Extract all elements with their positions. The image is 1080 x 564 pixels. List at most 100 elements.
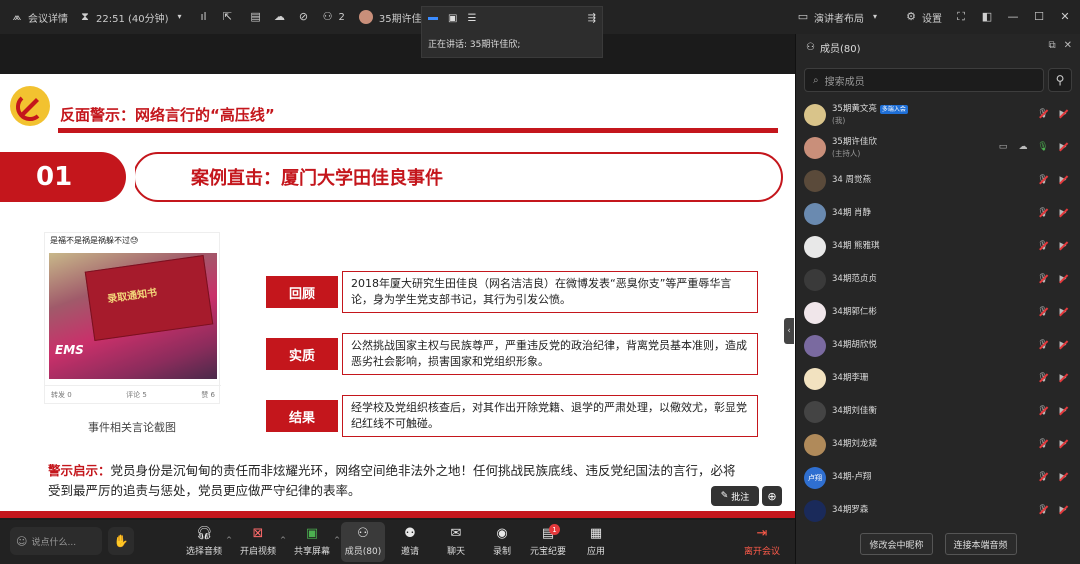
quick-chat-input[interactable]: ☺ 说点什么... — [10, 527, 102, 555]
record-button[interactable]: ◉ 录制 — [484, 522, 520, 562]
sidebar-toggle-icon[interactable]: ◧ — [980, 11, 994, 23]
member-name: 34期刘龙斌 — [832, 439, 877, 449]
member-avatar — [804, 202, 826, 225]
camera-off-icon: ▶ — [1057, 306, 1069, 318]
headline-underline — [58, 128, 778, 133]
participant-count-label: 2 — [338, 11, 345, 23]
member-row[interactable]: 34期郭仁彬 🎙︎ ▶ — [796, 296, 1080, 329]
summary-button[interactable]: ▤ 元宝纪要 1 — [528, 522, 568, 562]
fullscreen-icon[interactable]: ⛶ — [954, 11, 968, 23]
rename-button[interactable]: 修改会中昵称 — [860, 533, 933, 555]
case-title-box: 案例直击：厦门大学田佳良事件 — [131, 152, 783, 202]
chat-button[interactable]: ✉ 聊天 — [438, 522, 474, 562]
member-row[interactable]: 卢翔 34期-卢翔 🎙︎ ▶ — [796, 461, 1080, 494]
member-status-icons: ▭ ☁ 🎙︎ ▶ — [997, 141, 1069, 153]
admission-letter-photo: 录取通知书 EMS — [49, 253, 217, 379]
invite-button[interactable]: ⚉ 邀请 — [392, 522, 428, 562]
section-text-result: 经学校及党组织核查后，对其作出开除党籍、退学的严肃处理，以儆效尤，彰显党纪红线不… — [342, 395, 758, 437]
gear-icon: ⚙ — [906, 10, 916, 23]
menu-collapse-icon[interactable]: ⇶ — [588, 13, 596, 24]
member-row[interactable]: 35期黄文亮 多端入会 (我) 🎙︎ ▶ — [796, 98, 1080, 131]
record-icon: ◉ — [496, 526, 508, 541]
member-row[interactable]: 34期范贞贞 🎙︎ ▶ — [796, 263, 1080, 296]
raise-hand-icon[interactable]: ✋ — [108, 527, 134, 555]
section-text-review: 2018年厦大研究生田佳良（网名洁洁良）在微博发表“恶臭你支”等严重辱华言论，身… — [342, 271, 758, 313]
document-icon[interactable]: ▤ — [249, 11, 263, 23]
exit-icon: ⇥ — [756, 526, 768, 541]
member-row[interactable]: 35期许佳欣 (主持人) ▭ ☁ 🎙︎ ▶ — [796, 131, 1080, 164]
screenshot-card: 是福不是祸是祸躲不过😓 录取通知书 EMS 转发 0 评论 5 赞 6 — [44, 232, 221, 404]
member-row[interactable]: 34期胡欣悦 🎙︎ ▶ — [796, 329, 1080, 362]
headset-icon: 🎧︎ — [195, 526, 213, 541]
audio-button[interactable]: 🎧︎ 选择音频 ^ — [182, 522, 232, 562]
external-link-icon[interactable]: ⇱ — [221, 11, 235, 23]
panel-header-actions: ⧉ ✕ — [1048, 40, 1072, 51]
member-name-block: 34期刘佳衡 — [832, 406, 877, 417]
member-status-icons: 🎙︎ ▶ — [1037, 405, 1069, 417]
close-icon[interactable]: ✕ — [1058, 11, 1072, 23]
member-name: 34期胡欣悦 — [832, 340, 877, 350]
layout-button[interactable]: ▭ 演讲者布局 ▾ — [796, 10, 882, 25]
participant-count[interactable]: ⚇ 2 — [321, 11, 345, 23]
member-name-block: 34期范贞贞 — [832, 274, 877, 285]
list-icon[interactable]: ☰ — [467, 13, 476, 24]
camera-off-icon: ▶ — [1057, 273, 1069, 285]
member-name-block: 34期胡欣悦 — [832, 340, 877, 351]
signal-icon[interactable]: ıl — [197, 11, 211, 23]
hide-icon[interactable]: ⊘ — [297, 11, 311, 23]
share-screen-button[interactable]: ▣ 共享屏幕 ^ — [290, 522, 340, 562]
avatar-text: 卢翔 — [808, 473, 822, 482]
members-button[interactable]: ⚇ 成员(80) — [341, 522, 385, 562]
member-row[interactable]: 34期 熊雅琪 🎙︎ ▶ — [796, 230, 1080, 263]
leave-label: 离开会议 — [743, 547, 780, 557]
settings-button[interactable]: ⚙ 设置 — [904, 10, 942, 25]
member-avatar — [804, 235, 826, 258]
popout-icon[interactable]: ⧉ — [1048, 40, 1055, 51]
camera-off-icon: ⊠ — [252, 526, 264, 541]
member-row[interactable]: 34期罗森 🎙︎ ▶ — [796, 494, 1080, 527]
chevron-up-icon[interactable]: ^ — [226, 536, 232, 544]
member-name: 34期郭仁彬 — [832, 307, 877, 317]
meeting-timer[interactable]: ⧗ 22:51 (40分钟) ▾ — [78, 10, 187, 25]
connect-audio-button[interactable]: 连接本端音频 — [944, 533, 1017, 555]
apps-button[interactable]: ▦ 应用 — [578, 522, 614, 562]
member-row[interactable]: 34期李珊 🎙︎ ▶ — [796, 362, 1080, 395]
member-search-input[interactable]: ⌕ 搜索成员 — [804, 68, 1044, 92]
minimize-popup-icon[interactable] — [428, 16, 438, 20]
collapse-panel-handle[interactable]: ‹ — [784, 318, 794, 344]
member-row[interactable]: 34期 肖静 🎙︎ ▶ — [796, 197, 1080, 230]
like-count: 赞 6 — [201, 390, 215, 399]
search-icon: ⌕ — [813, 74, 819, 86]
party-emblem-icon — [10, 86, 50, 126]
member-row[interactable]: 34期刘龙斌 🎙︎ ▶ — [796, 428, 1080, 461]
chevron-down-icon: ▾ — [872, 12, 877, 21]
member-name: 34期李珊 — [832, 373, 869, 383]
annotate-button[interactable]: ✎ 批注 — [711, 486, 759, 506]
window-icon[interactable]: ▣ — [448, 13, 457, 24]
cloud-icon[interactable]: ☁ — [273, 11, 287, 23]
member-row[interactable]: 34期刘佳衡 🎙︎ ▶ — [796, 395, 1080, 428]
camera-off-icon: ▶ — [1057, 471, 1069, 483]
top-bar-right: ▭ 演讲者布局 ▾ ⚙ 设置 ⛶ ◧ — ☐ ✕ — [786, 0, 1072, 34]
maximize-icon[interactable]: ☐ — [1032, 11, 1046, 23]
zoom-icon[interactable]: ⊕ — [762, 486, 782, 506]
add-member-icon[interactable]: ⚲ — [1048, 68, 1072, 92]
panel-footer: 修改会中昵称 连接本端音频 — [796, 524, 1080, 564]
chevron-up-icon[interactable]: ^ — [334, 536, 340, 544]
member-row[interactable]: 34 周觉燕 🎙︎ ▶ — [796, 164, 1080, 197]
cloud-icon: ☁ — [1018, 142, 1028, 152]
camera-off-icon: ▶ — [1057, 141, 1069, 153]
leave-meeting-button[interactable]: ⇥ 离开会议 — [740, 522, 784, 562]
member-name: 34期 熊雅琪 — [832, 241, 880, 251]
minimize-icon[interactable]: — — [1006, 11, 1020, 23]
meeting-info-button[interactable]: ⩕ 会议详情 — [10, 10, 68, 25]
chevron-up-icon[interactable]: ^ — [280, 536, 286, 544]
member-avatar — [804, 400, 826, 423]
app-logo-icon: ⩕ — [12, 10, 22, 23]
section-text-essence: 公然挑战国家主权与民族尊严，严重违反党的政治纪律，背离党员基本准则，造成恶劣社会… — [342, 333, 758, 375]
member-name-block: 34期-卢翔 — [832, 472, 871, 483]
close-icon[interactable]: ✕ — [1064, 40, 1072, 51]
video-button[interactable]: ⊠ 开启视频 ^ — [236, 522, 286, 562]
camera-off-icon: ▶ — [1057, 405, 1069, 417]
layout-icon: ▭ — [797, 10, 809, 23]
